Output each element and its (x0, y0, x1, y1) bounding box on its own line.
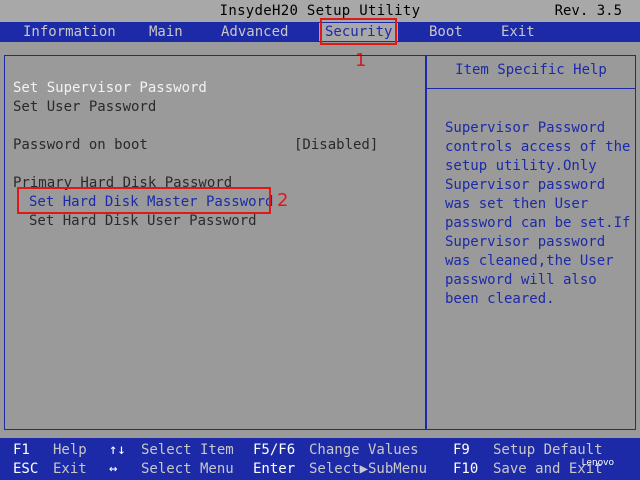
key-f9: F9 (453, 442, 470, 458)
help-line: been cleared. (445, 291, 555, 307)
set-supervisor-password-option[interactable]: Set Supervisor Password (13, 80, 207, 96)
key-enter-desc: Select▶SubMenu (309, 461, 428, 477)
key-f1-desc: Help (53, 442, 87, 458)
help-text: Supervisor Password controls access of t… (445, 119, 631, 309)
help-divider (427, 88, 635, 89)
set-user-password-option[interactable]: Set User Password (13, 99, 156, 115)
help-line: password can be set.If (445, 215, 631, 231)
annotation-number-2: 2 (277, 190, 289, 211)
help-line: password will also (445, 272, 597, 288)
key-leftright-arrows: ↔ (109, 461, 118, 477)
revision-label: Rev. 3.5 (554, 3, 622, 19)
app-title: InsydeH20 Setup Utility (219, 3, 421, 19)
tab-exit[interactable]: Exit (501, 23, 535, 41)
security-highlight-box (320, 18, 397, 45)
password-on-boot-label: Password on boot (13, 137, 148, 153)
key-esc-desc: Exit (53, 461, 87, 477)
key-esc: ESC (13, 461, 39, 477)
tab-main[interactable]: Main (149, 23, 183, 41)
master-password-highlight-box (17, 187, 271, 214)
tab-information[interactable]: Information (23, 23, 116, 41)
item-specific-help-panel: Item Specific Help Supervisor Password c… (426, 55, 636, 430)
password-on-boot-value[interactable]: [Disabled] (294, 137, 378, 153)
set-hdd-user-password-option[interactable]: Set Hard Disk User Password (29, 213, 257, 229)
key-f10: F10 (453, 461, 479, 477)
help-line: Supervisor password (445, 234, 606, 250)
lenovo-logo: Lenovo (581, 458, 614, 468)
key-enter: Enter (253, 461, 296, 477)
help-line: was cleaned,the User (445, 253, 614, 269)
help-line: setup utility.Only (445, 158, 597, 174)
help-title: Item Specific Help (455, 62, 607, 78)
help-line: was set then User (445, 196, 589, 212)
help-line: controls access of the (445, 139, 631, 155)
help-line: Supervisor Password (445, 120, 606, 136)
key-updown-arrows: ↑↓ (109, 442, 126, 458)
key-f9-desc: Setup Default (493, 442, 603, 458)
key-legend-footer: F1 Help ↑↓ Select Item F5/F6 Change Valu… (0, 438, 640, 480)
tab-advanced[interactable]: Advanced (221, 23, 288, 41)
key-f5-f6-desc: Change Values (309, 442, 419, 458)
tab-boot[interactable]: Boot (429, 23, 463, 41)
help-line: Supervisor password (445, 177, 606, 193)
key-f1: F1 (13, 442, 30, 458)
key-updown-desc: Select Item (141, 442, 234, 458)
key-leftright-desc: Select Menu (141, 461, 234, 477)
key-f5-f6: F5/F6 (253, 442, 296, 458)
